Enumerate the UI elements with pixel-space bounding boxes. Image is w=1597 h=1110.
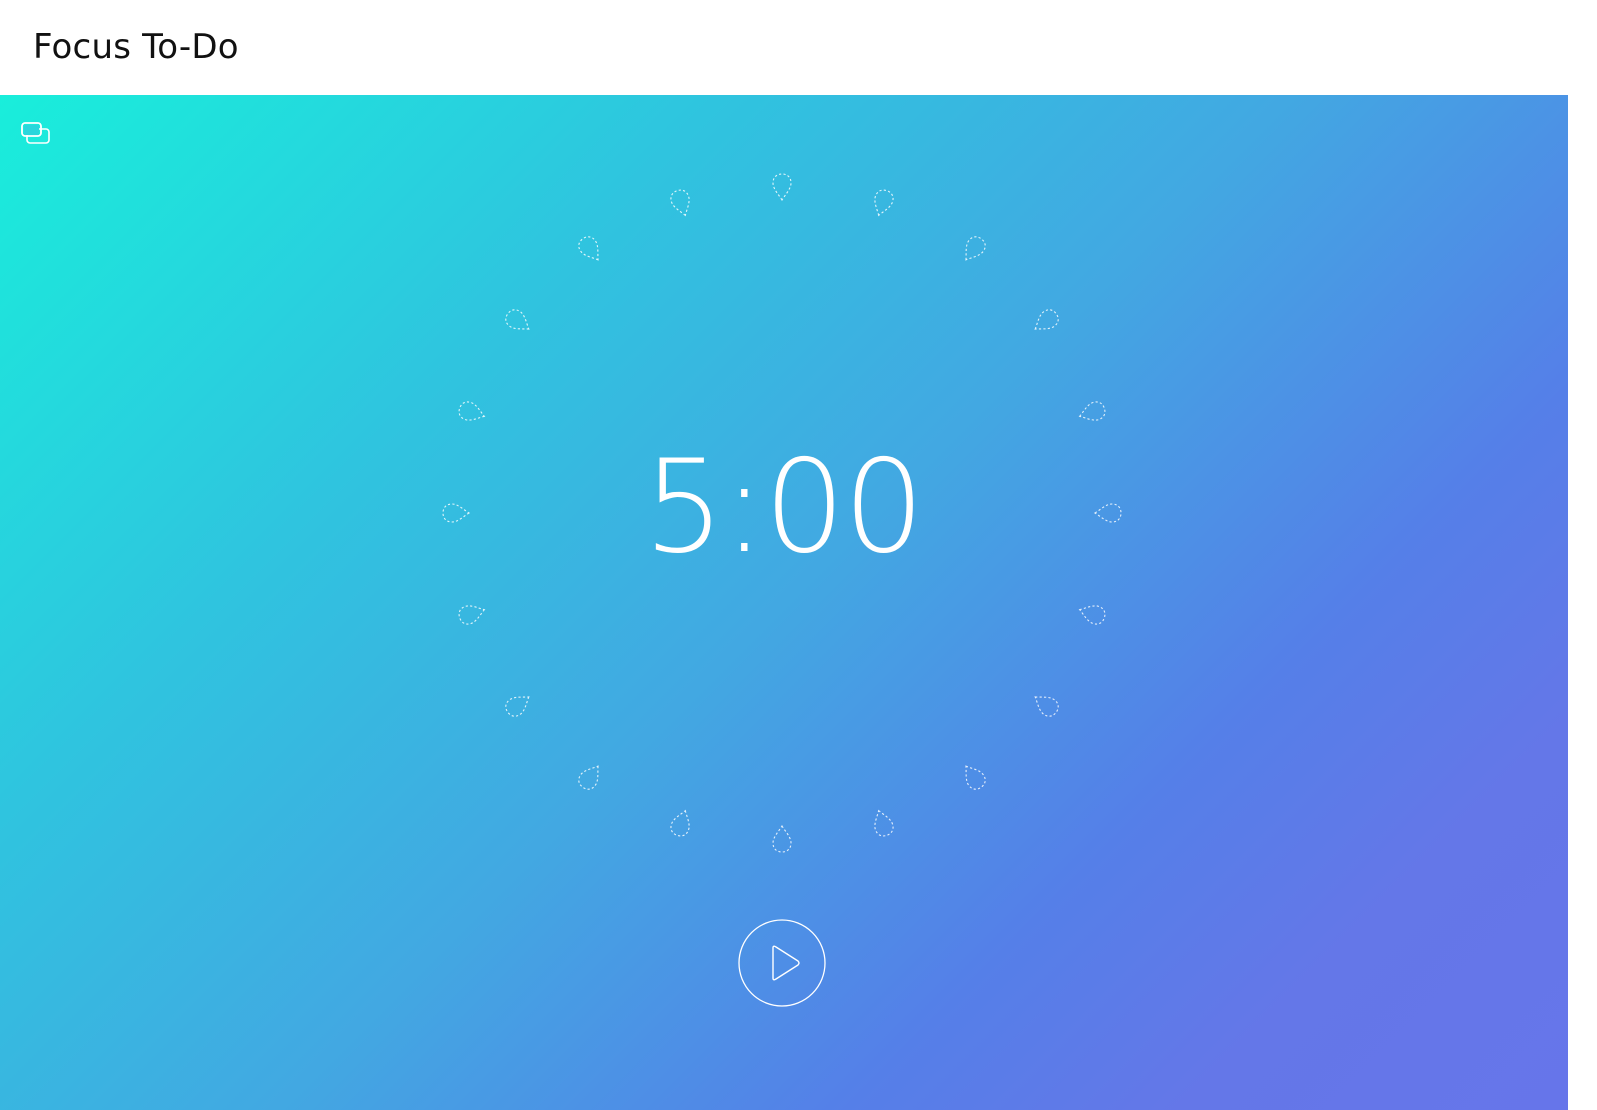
water-drop-icon: [1078, 401, 1106, 421]
play-icon: [738, 919, 826, 1007]
water-drop-icon: [772, 173, 792, 202]
water-drop-icon: [670, 809, 690, 837]
water-drop-icon: [965, 236, 986, 261]
water-drop-icon: [578, 765, 599, 790]
scrollbar-track[interactable]: [1568, 0, 1597, 1110]
water-drop-icon: [772, 824, 792, 853]
water-drop-icon: [874, 809, 894, 837]
title-bar: Focus To-Do: [0, 0, 1597, 95]
focus-timer-view: 5:00: [0, 95, 1568, 1110]
water-drop-icon: [505, 309, 530, 330]
water-drop-icon: [1034, 696, 1059, 717]
water-drop-icon: [442, 503, 471, 523]
water-drop-icon: [578, 236, 599, 261]
water-drop-icon: [1093, 503, 1122, 523]
water-drop-icon: [1078, 605, 1106, 625]
app-title: Focus To-Do: [33, 27, 239, 67]
water-drop-icon: [505, 696, 530, 717]
timer-display: 5:00: [643, 433, 924, 582]
play-button[interactable]: [738, 919, 826, 1007]
water-drop-icon: [670, 189, 690, 217]
water-drop-icon: [1034, 309, 1059, 330]
water-drop-icon: [874, 189, 894, 217]
water-drop-icon: [458, 605, 486, 625]
water-drop-icon: [458, 401, 486, 421]
water-drop-icon: [965, 765, 986, 790]
